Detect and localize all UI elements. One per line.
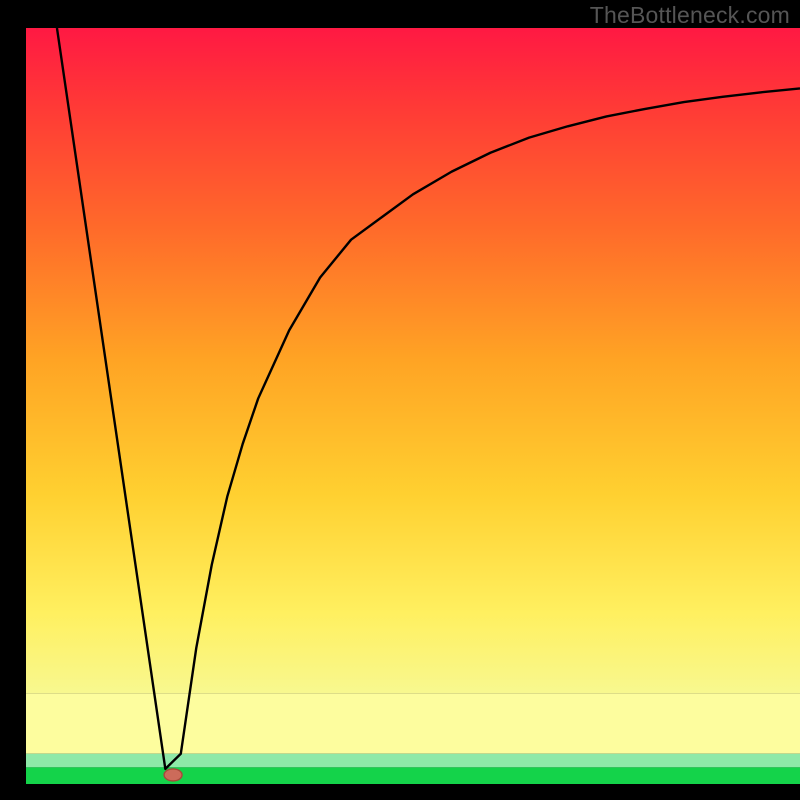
green-strip bbox=[26, 767, 800, 784]
bottleneck-chart bbox=[0, 0, 800, 800]
pale-yellow-strip bbox=[26, 693, 800, 753]
chart-container: TheBottleneck.com bbox=[0, 0, 800, 800]
watermark-text: TheBottleneck.com bbox=[590, 2, 790, 29]
mint-strip bbox=[26, 754, 800, 768]
curve-minimum-marker bbox=[164, 769, 182, 781]
gradient-background bbox=[26, 28, 800, 693]
